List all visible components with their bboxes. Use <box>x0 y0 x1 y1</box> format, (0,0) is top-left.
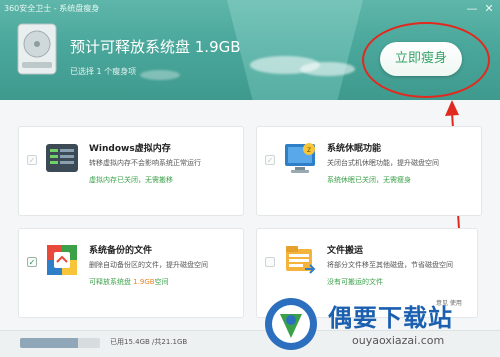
window-title: 360安全卫士 - 系统盘瘦身 <box>4 4 100 13</box>
status-suffix: 空间 <box>154 278 169 286</box>
annotation-ellipse <box>362 22 490 98</box>
disk-usage-fill <box>20 338 79 348</box>
card-status: 系统休眠已关闭，无需瘦身 <box>327 176 411 184</box>
hard-drive-icon <box>17 23 57 75</box>
hibernate-card[interactable]: ✓ z 系统休眠功能 关闭台式机休眠功能，提升磁盘空间 系统休眠已关闭，无需瘦身 <box>256 126 482 216</box>
watermark-name: 偶要下载站 <box>328 304 453 332</box>
virtual-memory-card[interactable]: ✓ Windows虚拟内存 转移虚拟内存不会影响系统正常运行 虚拟内存已关闭，无… <box>18 126 244 216</box>
close-button[interactable]: ✕ <box>481 2 497 16</box>
card-description: 将部分文件移至其他磁盘，节省磁盘空间 <box>327 261 453 269</box>
minimize-button[interactable]: — <box>464 2 480 16</box>
card-title: 系统休眠功能 <box>327 144 382 154</box>
system-backup-icon <box>47 245 77 275</box>
card-title: 系统备份的文件 <box>89 246 153 256</box>
card-status: 虚拟内存已关闭，无需搬移 <box>89 176 173 184</box>
card-description: 关闭台式机休眠功能，提升磁盘空间 <box>327 159 439 167</box>
virtual-memory-checkbox[interactable]: ✓ <box>27 155 37 165</box>
releasable-size: 1.9GB <box>133 278 155 286</box>
system-backup-checkbox[interactable]: ✓ <box>27 257 37 267</box>
card-title: Windows虚拟内存 <box>89 144 171 154</box>
disk-usage-text: 已用15.4GB /共21.1GB <box>110 338 188 346</box>
svg-text:z: z <box>307 145 311 154</box>
system-backup-card[interactable]: ✓ 系统备份的文件 删除自动备份区的文件，提升磁盘空间 可释放系统盘 1.9GB… <box>18 228 244 318</box>
cloud-decoration <box>140 70 180 80</box>
card-description: 删除自动备份区的文件，提升磁盘空间 <box>89 261 208 269</box>
status-prefix: 可释放系统盘 <box>89 278 131 286</box>
file-move-icon <box>286 246 316 274</box>
hibernate-icon: z <box>285 143 315 173</box>
watermark-url: ouyaoxiazai.com <box>352 334 445 347</box>
card-title: 文件搬运 <box>327 246 364 256</box>
hibernate-checkbox[interactable]: ✓ <box>265 155 275 165</box>
card-status: 没有可搬运的文件 <box>327 278 383 286</box>
release-estimate-title: 预计可释放系统盘 1.9GB <box>70 38 241 56</box>
watermark-logo-icon <box>265 298 317 350</box>
file-move-checkbox[interactable] <box>265 257 275 267</box>
card-description: 转移虚拟内存不会影响系统正常运行 <box>89 159 201 167</box>
card-status: 可释放系统盘 1.9GB空间 <box>89 277 169 287</box>
selected-count-text: 已选择 1 个瘦身项 <box>70 67 137 76</box>
cloud-decoration <box>300 62 355 76</box>
disk-usage-bar <box>20 338 100 348</box>
virtual-memory-icon <box>46 144 78 172</box>
